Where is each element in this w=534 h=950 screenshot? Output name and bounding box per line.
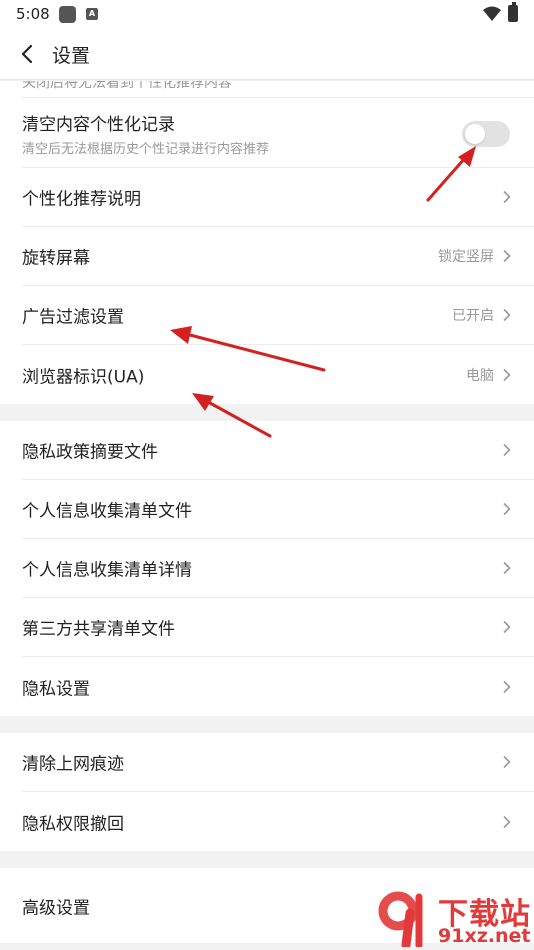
battery-icon bbox=[508, 2, 518, 22]
watermark-logo-icon bbox=[378, 891, 423, 947]
row-value: 电脑 bbox=[466, 367, 494, 384]
chevron-right-icon bbox=[503, 443, 511, 457]
row-privacy-settings[interactable]: 隐私设置 bbox=[22, 657, 534, 716]
toggle-knob bbox=[465, 124, 485, 144]
settings-section-privacy: 隐私政策摘要文件 个人信息收集清单文件 个人信息收集清单详情 第三方共享清单文件… bbox=[0, 421, 534, 716]
settings-section-personalization: 关闭后将无法看到个性化推荐内容 清空内容个性化记录 清空后无法根据历史个性记录进… bbox=[0, 81, 534, 404]
row-revoke-privacy[interactable]: 隐私权限撤回 bbox=[22, 792, 534, 851]
row-label: 浏览器标识(UA) bbox=[22, 367, 145, 387]
notification-icon bbox=[59, 6, 76, 23]
wifi-icon bbox=[483, 6, 501, 21]
row-third-party-share[interactable]: 第三方共享清单文件 bbox=[22, 598, 534, 657]
page-title: 设置 bbox=[52, 45, 91, 67]
status-bar: 5:08 A bbox=[0, 0, 534, 28]
row-label: 清除上网痕迹 bbox=[22, 754, 124, 775]
row-clear-traces[interactable]: 清除上网痕迹 bbox=[22, 733, 534, 792]
row-clear-personal-record: 清空内容个性化记录 清空后无法根据历史个性记录进行内容推荐 bbox=[22, 98, 534, 168]
chevron-right-icon bbox=[503, 502, 511, 516]
row-ad-filter[interactable]: 广告过滤设置 已开启 bbox=[22, 286, 534, 345]
row-recommend-description[interactable]: 个性化推荐说明 bbox=[22, 168, 534, 227]
row-sublabel: 清空后无法根据历史个性记录进行内容推荐 bbox=[22, 142, 270, 157]
settings-list: 关闭后将无法看到个性化推荐内容 清空内容个性化记录 清空后无法根据历史个性记录进… bbox=[0, 81, 534, 943]
row-label: 个人信息收集清单详情 bbox=[22, 560, 192, 581]
back-arrow-icon[interactable] bbox=[16, 42, 40, 66]
app-bar: 设置 bbox=[0, 28, 534, 80]
row-value: 已开启 bbox=[452, 308, 494, 324]
settings-section-traces: 清除上网痕迹 隐私权限撤回 bbox=[0, 733, 534, 851]
chevron-right-icon bbox=[503, 368, 511, 381]
row-rotate-screen[interactable]: 旋转屏幕 锁定竖屏 bbox=[22, 227, 534, 286]
row-label: 隐私政策摘要文件 bbox=[22, 442, 158, 463]
row-value: 锁定竖屏 bbox=[438, 249, 494, 265]
row-personal-info-file[interactable]: 个人信息收集清单文件 bbox=[22, 480, 534, 539]
row-browser-ua[interactable]: 浏览器标识(UA) 电脑 bbox=[22, 345, 534, 404]
clear-personal-toggle[interactable] bbox=[462, 121, 510, 147]
chevron-right-icon bbox=[503, 190, 511, 204]
chevron-right-icon bbox=[503, 620, 511, 634]
row-label: 隐私权限撤回 bbox=[22, 814, 124, 834]
row-label: 第三方共享清单文件 bbox=[22, 619, 175, 640]
clipped-row: 关闭后将无法看到个性化推荐内容 bbox=[22, 81, 534, 98]
row-personal-info-detail[interactable]: 个人信息收集清单详情 bbox=[22, 539, 534, 598]
section-gap bbox=[0, 404, 534, 421]
row-label: 隐私设置 bbox=[22, 679, 90, 699]
row-privacy-summary[interactable]: 隐私政策摘要文件 bbox=[22, 421, 534, 480]
chevron-right-icon bbox=[503, 561, 511, 575]
row-label: 个人信息收集清单文件 bbox=[22, 501, 192, 522]
row-label: 广告过滤设置 bbox=[22, 307, 124, 328]
row-label: 高级设置 bbox=[22, 898, 90, 918]
watermark-url: 91xz.net bbox=[438, 925, 531, 947]
row-label: 旋转屏幕 bbox=[22, 248, 90, 269]
row-label: 清空内容个性化记录 bbox=[22, 115, 175, 135]
status-time: 5:08 bbox=[16, 5, 50, 23]
section-gap bbox=[0, 851, 534, 868]
section-gap bbox=[0, 716, 534, 733]
row-label: 个性化推荐说明 bbox=[22, 189, 141, 210]
notification-app-icon: A bbox=[86, 8, 98, 20]
clipped-row-text: 关闭后将无法看到个性化推荐内容 bbox=[22, 81, 232, 91]
chevron-right-icon bbox=[503, 755, 511, 769]
chevron-right-icon bbox=[503, 680, 511, 693]
watermark: 下载站 91xz.net bbox=[376, 887, 534, 950]
chevron-right-icon bbox=[503, 815, 511, 828]
chevron-right-icon bbox=[503, 308, 511, 322]
chevron-right-icon bbox=[503, 249, 511, 263]
